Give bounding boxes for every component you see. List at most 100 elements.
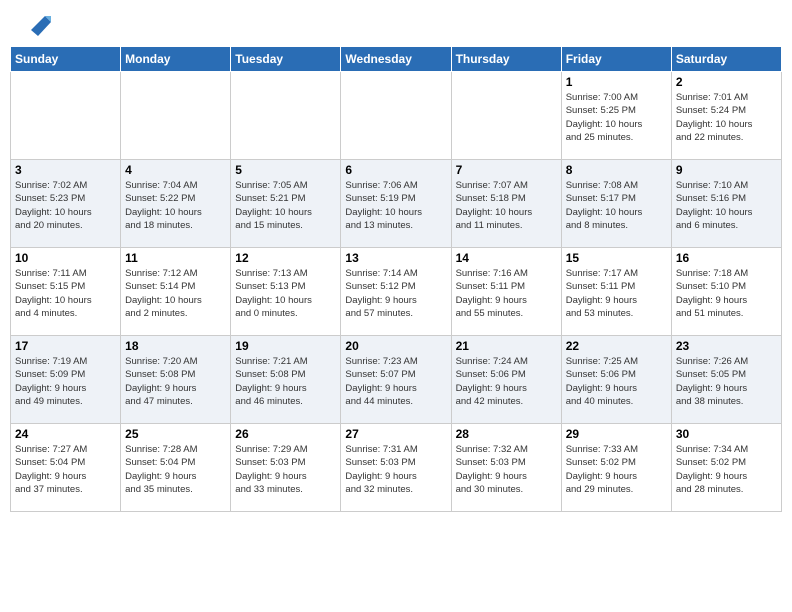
day-number: 24 [15, 427, 116, 441]
calendar-cell: 17 Sunrise: 7:19 AMSunset: 5:09 PMDayligh… [11, 336, 121, 424]
weekday-header: Wednesday [341, 47, 451, 72]
day-number: 7 [456, 163, 557, 177]
day-number: 2 [676, 75, 777, 89]
calendar-cell: 28Sunrise: 7:32 AMSunset: 5:03 PMDayligh… [451, 424, 561, 512]
calendar-cell: 23 Sunrise: 7:26 AMSunset: 5:05 PMDayligh… [671, 336, 781, 424]
calendar-week-row: 24Sunrise: 7:27 AMSunset: 5:04 PMDayligh… [11, 424, 782, 512]
weekday-header: Saturday [671, 47, 781, 72]
day-number: 27 [345, 427, 446, 441]
day-info: Sunrise: 7:34 AMSunset: 5:02 PMDaylight:… [676, 443, 777, 496]
calendar-cell: 22 Sunrise: 7:25 AMSunset: 5:06 PMDayligh… [561, 336, 671, 424]
calendar-cell: 9 Sunrise: 7:10 AMSunset: 5:16 PMDaylight… [671, 160, 781, 248]
day-info: Sunrise: 7:14 AMSunset: 5:12 PMDaylight:… [345, 267, 446, 320]
calendar-cell: 29 Sunrise: 7:33 AMSunset: 5:02 PMDayligh… [561, 424, 671, 512]
day-info: Sunrise: 7:13 AMSunset: 5:13 PMDaylight:… [235, 267, 336, 320]
day-number: 15 [566, 251, 667, 265]
day-number: 12 [235, 251, 336, 265]
day-number: 8 [566, 163, 667, 177]
day-info: Sunrise: 7:26 AMSunset: 5:05 PMDaylight:… [676, 355, 777, 408]
day-number: 19 [235, 339, 336, 353]
day-number: 1 [566, 75, 667, 89]
day-number: 9 [676, 163, 777, 177]
calendar-cell: 6 Sunrise: 7:06 AMSunset: 5:19 PMDaylight… [341, 160, 451, 248]
day-info: Sunrise: 7:16 AMSunset: 5:11 PMDaylight:… [456, 267, 557, 320]
day-number: 30 [676, 427, 777, 441]
day-info: Sunrise: 7:01 AMSunset: 5:24 PMDaylight:… [676, 91, 777, 144]
day-number: 10 [15, 251, 116, 265]
day-info: Sunrise: 7:10 AMSunset: 5:16 PMDaylight:… [676, 179, 777, 232]
weekday-header: Tuesday [231, 47, 341, 72]
day-info: Sunrise: 7:07 AMSunset: 5:18 PMDaylight:… [456, 179, 557, 232]
calendar-cell: 3 Sunrise: 7:02 AMSunset: 5:23 PMDaylight… [11, 160, 121, 248]
weekday-header: Sunday [11, 47, 121, 72]
day-info: Sunrise: 7:17 AMSunset: 5:11 PMDaylight:… [566, 267, 667, 320]
weekday-header-row: SundayMondayTuesdayWednesdayThursdayFrid… [11, 47, 782, 72]
page-header [10, 10, 782, 38]
day-info: Sunrise: 7:20 AMSunset: 5:08 PMDaylight:… [125, 355, 226, 408]
calendar-cell: 12 Sunrise: 7:13 AMSunset: 5:13 PMDayligh… [231, 248, 341, 336]
calendar-cell: 24Sunrise: 7:27 AMSunset: 5:04 PMDayligh… [11, 424, 121, 512]
logo [20, 16, 53, 38]
calendar-cell: 18 Sunrise: 7:20 AMSunset: 5:08 PMDayligh… [121, 336, 231, 424]
weekday-header: Thursday [451, 47, 561, 72]
day-info: Sunrise: 7:24 AMSunset: 5:06 PMDaylight:… [456, 355, 557, 408]
day-number: 14 [456, 251, 557, 265]
day-info: Sunrise: 7:11 AMSunset: 5:15 PMDaylight:… [15, 267, 116, 320]
day-info: Sunrise: 7:23 AMSunset: 5:07 PMDaylight:… [345, 355, 446, 408]
calendar-cell [11, 72, 121, 160]
day-info: Sunrise: 7:18 AMSunset: 5:10 PMDaylight:… [676, 267, 777, 320]
calendar-cell: 26Sunrise: 7:29 AMSunset: 5:03 PMDayligh… [231, 424, 341, 512]
logo-icon [23, 8, 53, 38]
day-info: Sunrise: 7:00 AMSunset: 5:25 PMDaylight:… [566, 91, 667, 144]
day-number: 20 [345, 339, 446, 353]
day-info: Sunrise: 7:19 AMSunset: 5:09 PMDaylight:… [15, 355, 116, 408]
day-info: Sunrise: 7:32 AMSunset: 5:03 PMDaylight:… [456, 443, 557, 496]
weekday-header: Monday [121, 47, 231, 72]
calendar-cell: 7 Sunrise: 7:07 AMSunset: 5:18 PMDaylight… [451, 160, 561, 248]
calendar-week-row: 10 Sunrise: 7:11 AMSunset: 5:15 PMDayligh… [11, 248, 782, 336]
calendar-cell: 14 Sunrise: 7:16 AMSunset: 5:11 PMDayligh… [451, 248, 561, 336]
calendar-cell: 21Sunrise: 7:24 AMSunset: 5:06 PMDayligh… [451, 336, 561, 424]
day-number: 11 [125, 251, 226, 265]
calendar-cell: 19 Sunrise: 7:21 AMSunset: 5:08 PMDayligh… [231, 336, 341, 424]
calendar-cell: 15 Sunrise: 7:17 AMSunset: 5:11 PMDayligh… [561, 248, 671, 336]
day-info: Sunrise: 7:29 AMSunset: 5:03 PMDaylight:… [235, 443, 336, 496]
day-number: 3 [15, 163, 116, 177]
day-info: Sunrise: 7:25 AMSunset: 5:06 PMDaylight:… [566, 355, 667, 408]
day-number: 29 [566, 427, 667, 441]
calendar-cell [121, 72, 231, 160]
calendar-table: SundayMondayTuesdayWednesdayThursdayFrid… [10, 46, 782, 512]
weekday-header: Friday [561, 47, 671, 72]
calendar-cell: 5 Sunrise: 7:05 AMSunset: 5:21 PMDaylight… [231, 160, 341, 248]
calendar-week-row: 1 Sunrise: 7:00 AMSunset: 5:25 PMDaylight… [11, 72, 782, 160]
day-info: Sunrise: 7:31 AMSunset: 5:03 PMDaylight:… [345, 443, 446, 496]
calendar-cell: 16Sunrise: 7:18 AMSunset: 5:10 PMDayligh… [671, 248, 781, 336]
calendar-cell: 11 Sunrise: 7:12 AMSunset: 5:14 PMDayligh… [121, 248, 231, 336]
day-info: Sunrise: 7:06 AMSunset: 5:19 PMDaylight:… [345, 179, 446, 232]
day-number: 4 [125, 163, 226, 177]
day-number: 17 [15, 339, 116, 353]
day-number: 23 [676, 339, 777, 353]
calendar-cell: 2 Sunrise: 7:01 AMSunset: 5:24 PMDaylight… [671, 72, 781, 160]
calendar-cell: 25Sunrise: 7:28 AMSunset: 5:04 PMDayligh… [121, 424, 231, 512]
calendar-cell: 30 Sunrise: 7:34 AMSunset: 5:02 PMDayligh… [671, 424, 781, 512]
day-number: 22 [566, 339, 667, 353]
day-info: Sunrise: 7:21 AMSunset: 5:08 PMDaylight:… [235, 355, 336, 408]
day-number: 6 [345, 163, 446, 177]
day-number: 5 [235, 163, 336, 177]
calendar-cell: 10 Sunrise: 7:11 AMSunset: 5:15 PMDayligh… [11, 248, 121, 336]
day-number: 18 [125, 339, 226, 353]
calendar-cell: 13 Sunrise: 7:14 AMSunset: 5:12 PMDayligh… [341, 248, 451, 336]
day-info: Sunrise: 7:05 AMSunset: 5:21 PMDaylight:… [235, 179, 336, 232]
calendar-cell: 8Sunrise: 7:08 AMSunset: 5:17 PMDaylight… [561, 160, 671, 248]
calendar-cell: 1 Sunrise: 7:00 AMSunset: 5:25 PMDaylight… [561, 72, 671, 160]
calendar-week-row: 17 Sunrise: 7:19 AMSunset: 5:09 PMDayligh… [11, 336, 782, 424]
day-info: Sunrise: 7:04 AMSunset: 5:22 PMDaylight:… [125, 179, 226, 232]
calendar-cell: 20 Sunrise: 7:23 AMSunset: 5:07 PMDayligh… [341, 336, 451, 424]
day-info: Sunrise: 7:02 AMSunset: 5:23 PMDaylight:… [15, 179, 116, 232]
day-info: Sunrise: 7:12 AMSunset: 5:14 PMDaylight:… [125, 267, 226, 320]
day-number: 25 [125, 427, 226, 441]
calendar-cell [451, 72, 561, 160]
day-number: 13 [345, 251, 446, 265]
day-info: Sunrise: 7:33 AMSunset: 5:02 PMDaylight:… [566, 443, 667, 496]
